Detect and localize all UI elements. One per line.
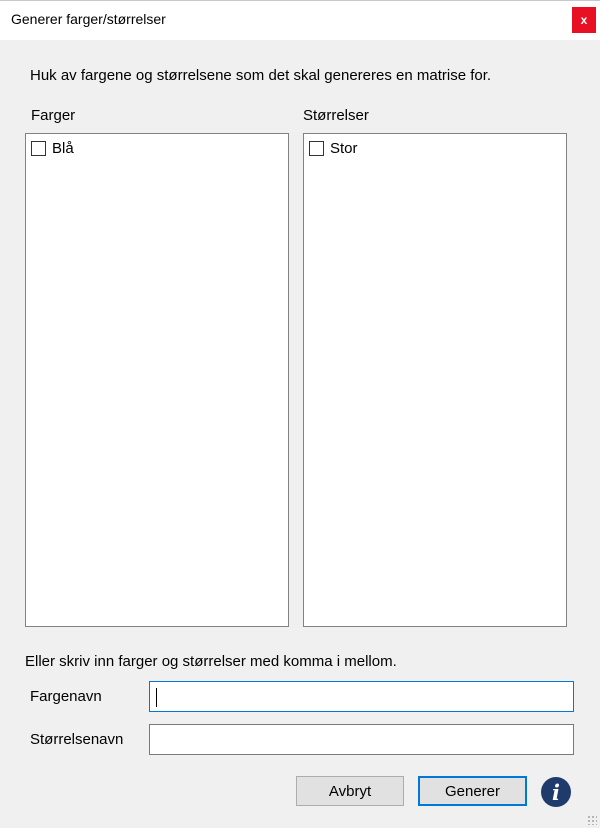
colors-label: Farger [31, 107, 76, 124]
list-item-size-stor[interactable]: Stor [309, 140, 358, 157]
list-item-label: Stor [330, 140, 358, 157]
info-glyph: i [552, 779, 560, 805]
color-name-input[interactable] [149, 681, 574, 712]
resize-grip[interactable] [587, 815, 597, 825]
sizes-list[interactable]: Stor [303, 133, 567, 627]
checkbox[interactable] [31, 141, 46, 156]
colors-list[interactable]: Blå [25, 133, 289, 627]
checkbox[interactable] [309, 141, 324, 156]
close-icon: x [580, 13, 588, 27]
list-item-label: Blå [52, 140, 74, 157]
dialog-body: Huk av fargene og størrelsene som det sk… [0, 40, 600, 828]
color-name-label: Fargenavn [30, 688, 102, 705]
title-bar: Generer farger/størrelser x [0, 0, 600, 40]
size-name-label: Størrelsenavn [30, 731, 124, 748]
text-caret [156, 688, 157, 707]
instruction-text: Huk av fargene og størrelsene som det sk… [30, 67, 492, 84]
manual-entry-hint: Eller skriv inn farger og størrelser med… [25, 653, 397, 670]
list-item-color-bla[interactable]: Blå [31, 140, 74, 157]
cancel-button[interactable]: Avbryt [296, 776, 404, 806]
sizes-label: Størrelser [303, 107, 369, 124]
window-title: Generer farger/størrelser [11, 11, 166, 27]
size-name-input[interactable] [149, 724, 574, 755]
generate-button[interactable]: Generer [418, 776, 527, 806]
close-button[interactable]: x [572, 7, 596, 33]
info-icon[interactable]: i [541, 777, 571, 807]
